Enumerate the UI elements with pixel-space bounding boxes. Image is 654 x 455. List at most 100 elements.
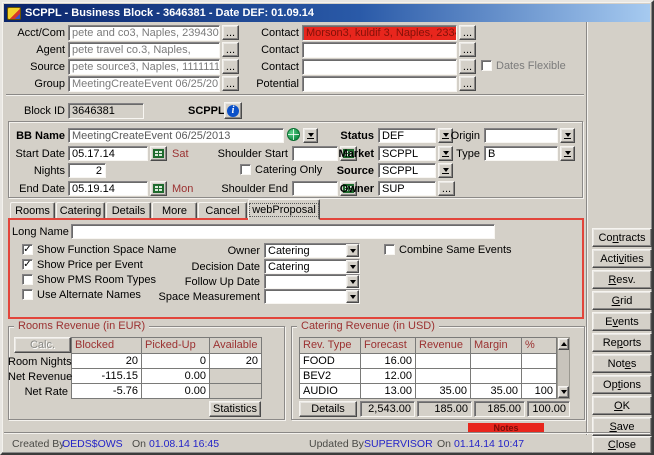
net-rate-blocked[interactable]: -5.76 (71, 383, 141, 398)
pct-cell[interactable]: 100 (521, 383, 556, 398)
long-name-label: Long Name (12, 226, 67, 238)
revenue-cell[interactable] (415, 368, 470, 383)
bb-name-field[interactable]: MeetingCreateEvent 06/25/2013 (68, 128, 284, 143)
grid-button[interactable]: Grid (592, 291, 652, 310)
ok-button[interactable]: OK (592, 396, 652, 415)
tab-details[interactable]: Details (106, 202, 151, 219)
column-header: Margin (470, 337, 521, 353)
agent-field[interactable]: pete travel co.3, Naples, (68, 42, 220, 58)
combine-same-events-checkbox[interactable] (384, 244, 395, 255)
updated-by-value: SUPERVISOR (364, 438, 433, 450)
pct-cell[interactable] (521, 353, 556, 368)
net-revenue-blocked[interactable]: -115.15 (71, 368, 141, 383)
scroll-up-button[interactable] (558, 338, 569, 350)
nights-label: Nights (8, 165, 65, 177)
long-name-input[interactable] (71, 224, 495, 239)
source2-field[interactable]: SCPPL (378, 163, 436, 178)
tab-rooms[interactable]: Rooms (10, 202, 55, 219)
start-date-field[interactable]: 05.17.14 (68, 146, 148, 161)
end-dow-label: Mon (172, 183, 193, 195)
end-date-calendar-button[interactable] (150, 181, 167, 196)
room-nights-blocked[interactable]: 20 (71, 353, 141, 368)
reports-button[interactable]: Reports (592, 333, 652, 352)
rev-type-cell[interactable]: FOOD (299, 353, 360, 368)
pct-cell[interactable] (521, 368, 556, 383)
updated-by-label: Updated By (309, 438, 364, 450)
wp-owner-combo-button[interactable] (346, 244, 359, 257)
net-revenue-picked[interactable]: 0.00 (141, 368, 209, 383)
contact3-lookup-button[interactable]: ... (459, 59, 476, 74)
revenue-cell[interactable] (415, 353, 470, 368)
origin-dropdown-button[interactable] (560, 128, 575, 143)
margin-cell[interactable] (470, 368, 521, 383)
space-measurement-combo-button[interactable] (346, 290, 359, 303)
forecast-cell[interactable]: 13.00 (360, 383, 415, 398)
source-lookup-button[interactable]: ... (222, 59, 239, 74)
notes-button[interactable]: Notes (592, 354, 652, 373)
title-bar[interactable]: SCPPL - Business Block - 3646381 - Date … (4, 4, 650, 22)
tab-webproposal[interactable]: webProposal (248, 199, 320, 220)
total-revenue: 185.00 (417, 401, 472, 417)
room-nights-picked[interactable]: 0 (141, 353, 209, 368)
info-button[interactable]: i (224, 102, 242, 119)
contact3-field[interactable] (302, 59, 457, 75)
followup-date-combo-button[interactable] (346, 275, 359, 288)
acct-com-field[interactable]: pete and co3, Naples, 2394301212 (68, 25, 220, 41)
tab-catering[interactable]: Catering (56, 202, 105, 219)
start-date-calendar-button[interactable] (150, 146, 167, 161)
nights-field[interactable]: 2 (68, 163, 106, 178)
group-lookup-button[interactable]: ... (222, 76, 239, 91)
tab-cancel[interactable]: Cancel (198, 202, 247, 219)
show-price-checkbox[interactable]: ✓ (22, 259, 33, 270)
show-pms-room-types-checkbox[interactable] (22, 274, 33, 285)
origin-field[interactable] (484, 128, 558, 143)
rev-type-cell[interactable]: AUDIO (299, 383, 360, 398)
margin-cell[interactable]: 35.00 (470, 383, 521, 398)
rev-type-cell[interactable]: BEV2 (299, 368, 360, 383)
show-function-space-checkbox[interactable]: ✓ (22, 244, 33, 255)
options-button[interactable]: Options (592, 375, 652, 394)
revenue-cell[interactable]: 35.00 (415, 383, 470, 398)
resv-button[interactable]: Resv. (592, 270, 652, 289)
catering-only-checkbox[interactable] (240, 164, 251, 175)
contracts-button[interactable]: Contracts (592, 228, 652, 247)
activities-button[interactable]: Activities (592, 249, 652, 268)
potential-field[interactable] (302, 76, 457, 92)
agent-lookup-button[interactable]: ... (222, 42, 239, 57)
dates-flexible-checkbox (481, 60, 492, 71)
tab-more[interactable]: More (152, 202, 197, 219)
potential-lookup-button[interactable]: ... (459, 76, 476, 91)
details-button[interactable]: Details (299, 401, 357, 417)
net-rate-picked[interactable]: 0.00 (141, 383, 209, 398)
decision-date-combo-button[interactable] (346, 260, 359, 273)
combo-arrow-icon (350, 265, 356, 269)
owner-lookup-button[interactable]: ... (438, 181, 455, 196)
statistics-button[interactable]: Statistics (209, 401, 261, 417)
status-field[interactable]: DEF (378, 128, 436, 143)
forecast-cell[interactable]: 12.00 (360, 368, 415, 383)
group-field[interactable]: MeetingCreateEvent 06/25/2013 (68, 76, 220, 92)
contact2-lookup-button[interactable]: ... (459, 42, 476, 57)
events-button[interactable]: Events (592, 312, 652, 331)
room-nights-available[interactable]: 20 (209, 353, 261, 368)
globe-icon[interactable] (287, 128, 300, 141)
type-field[interactable]: B (484, 146, 558, 161)
catering-table-scrollbar[interactable] (557, 337, 570, 399)
type-dropdown-button[interactable] (560, 146, 575, 161)
market-field[interactable]: SCPPL (378, 146, 436, 161)
source-field[interactable]: pete source3, Naples, 1111111111 (68, 59, 220, 75)
margin-cell[interactable] (470, 353, 521, 368)
bb-name-dropdown-button[interactable] (303, 128, 318, 143)
created-on-value: 01.08.14 16:45 (149, 438, 219, 450)
use-alternate-names-checkbox[interactable] (22, 289, 33, 300)
owner-field[interactable]: SUP (378, 181, 436, 196)
contact2-label: Contact (248, 44, 299, 56)
scroll-down-button[interactable] (558, 386, 569, 398)
contact1-field[interactable]: Morson3, kuldif 3, Naples, 2334445555 (302, 25, 457, 41)
forecast-cell[interactable]: 16.00 (360, 353, 415, 368)
end-date-field[interactable]: 05.19.14 (68, 181, 148, 196)
contact1-lookup-button[interactable]: ... (459, 25, 476, 40)
source-dropdown-button[interactable] (438, 163, 453, 178)
acct-com-lookup-button[interactable]: ... (222, 25, 239, 40)
contact2-field[interactable] (302, 42, 457, 58)
